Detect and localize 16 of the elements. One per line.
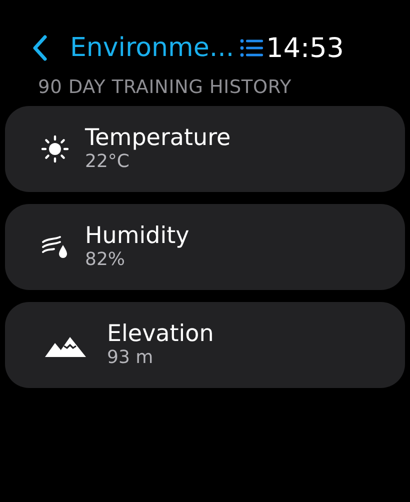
metric-label: Elevation [107, 320, 214, 348]
metric-card[interactable]: Temperature 22°C [5, 106, 405, 192]
clock-time: 14:53 [266, 34, 344, 62]
metric-card[interactable]: Humidity 82% [5, 204, 405, 290]
humidity-icon [41, 233, 69, 261]
metric-value: 22°C [85, 151, 130, 174]
section-heading: 90 DAY TRAINING HISTORY [37, 76, 292, 100]
list-icon[interactable] [240, 39, 264, 57]
metric-label: Humidity [85, 222, 190, 250]
metric-value: 82% [85, 249, 126, 272]
metric-label: Temperature [85, 124, 231, 152]
sun-icon [41, 135, 69, 163]
back-chevron-icon [32, 34, 48, 62]
metric-card[interactable]: Elevation 93 m [5, 302, 405, 388]
screen-title[interactable]: Environme... [70, 35, 234, 61]
metric-value: 93 m [107, 347, 154, 370]
